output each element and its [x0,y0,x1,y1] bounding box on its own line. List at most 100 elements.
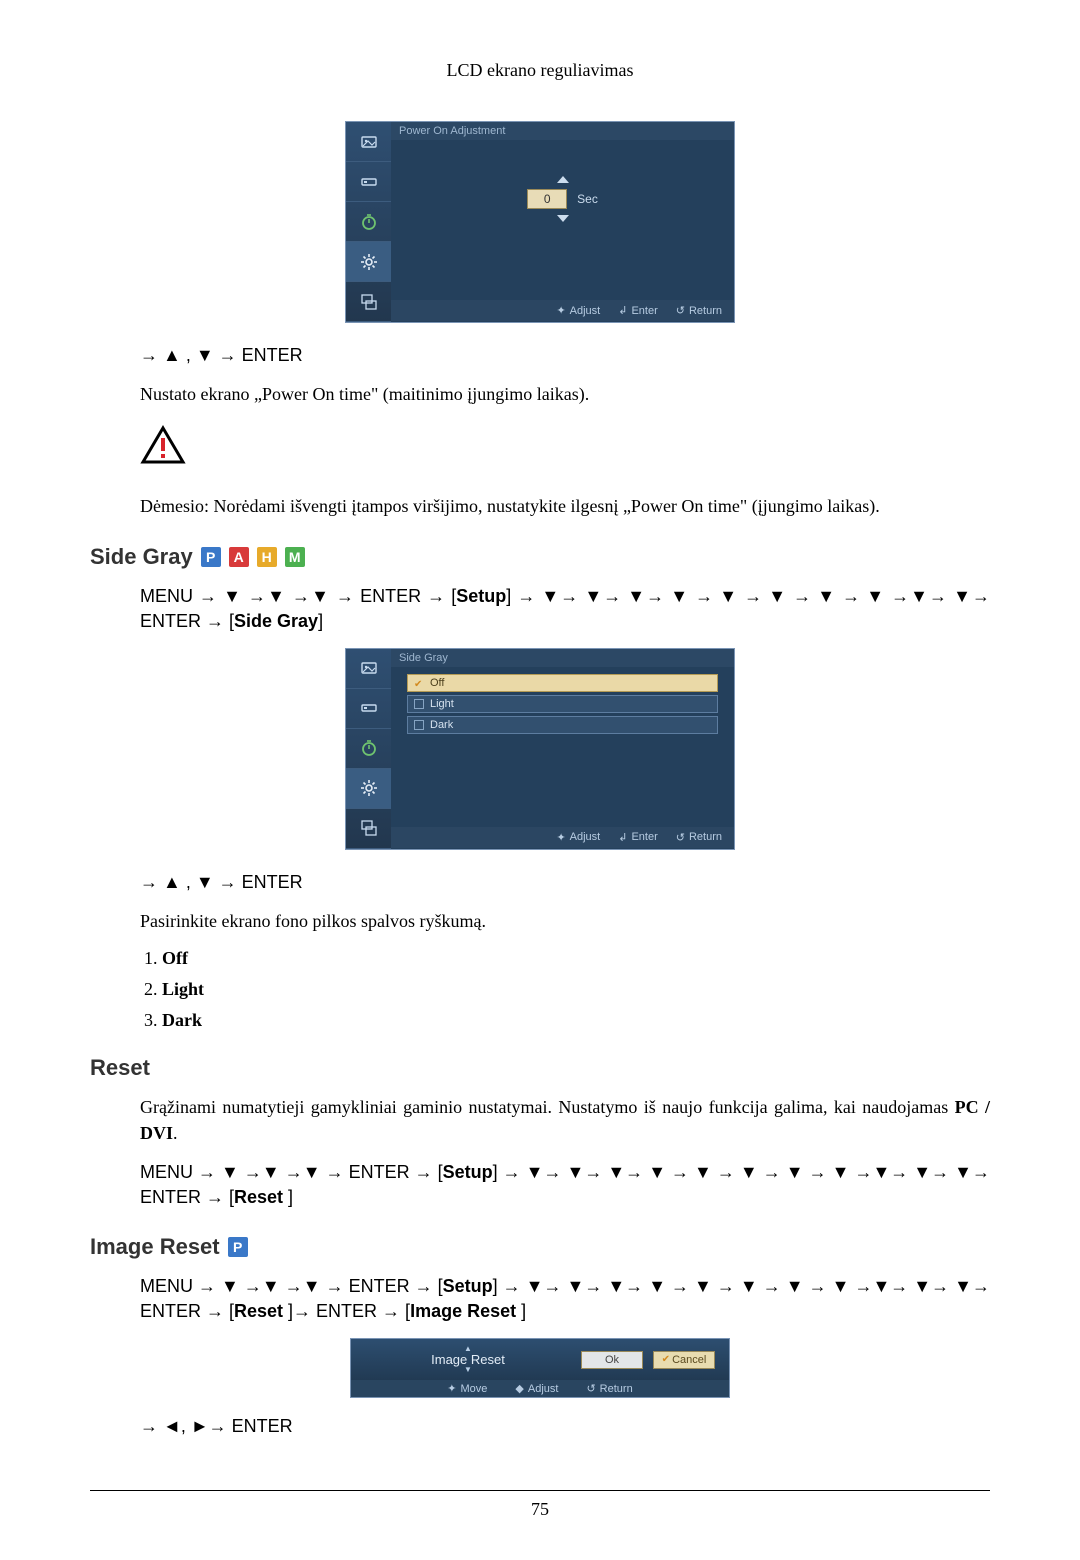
side-gray-desc: Pasirinkite ekrano fono pilkos spalvos r… [140,909,990,934]
nav-line: → ◄, ►→ ENTER [140,1414,990,1439]
image-reset-dialog: ▲ Image Reset ▼ Ok ✔Cancel ✦Move ◆Adjust… [350,1338,730,1398]
nav-line: → ▲ , ▼ → ENTER [140,870,990,895]
list-item: Dark [162,1010,990,1031]
osd-title: Power On Adjustment [391,122,734,140]
osd-footer: ✦ Adjust ↲ Enter ↺ Return [391,827,734,848]
gear-icon [346,242,391,282]
osd-side-gray: Side Gray Off Light Dark ✦ Adjust ↲ Enter … [345,648,735,850]
warning-icon [140,425,186,470]
list-item: Light [162,979,990,1000]
multi-icon [346,282,391,322]
footer-adjust-label: Adjust [570,305,601,317]
image-reset-menu-path: MENU → ▼ →▼ →▼ → ENTER → [Setup] → ▼→ ▼→… [140,1274,990,1324]
osd-sidebar [346,122,391,322]
triangle-down-icon [557,215,569,222]
side-gray-option-off[interactable]: Off [407,674,718,692]
footer-move-label: Move [461,1383,488,1395]
power-on-desc: Nustato ekrano „Power On time" (maitinim… [140,382,990,407]
return-icon: ↺ [676,304,685,317]
enter-icon: ↲ [618,831,627,844]
reset-desc: Grąžinami numatytieji gamykliniai gamini… [140,1095,990,1145]
ok-button[interactable]: Ok [581,1351,643,1369]
input-icon [346,162,391,202]
heading-text: Side Gray [90,544,193,570]
checkbox-icon [414,720,424,730]
menu-path-setup: Setup [456,586,506,606]
badge-p: P [201,547,221,567]
input-icon [346,689,391,729]
timer-icon [346,729,391,769]
heading-side-gray: Side Gray P A H M [90,544,990,570]
adjust-icon: ◆ [515,1382,523,1395]
return-icon: ↺ [676,831,685,844]
option-label: Off [430,677,444,689]
menu-path-r2: ]→ ENTER → [ [288,1301,410,1321]
list-item-label: Dark [162,1010,202,1030]
menu-path-prefix: MENU → ▼ →▼ →▼ → ENTER → [ [140,1162,443,1182]
menu-path-suffix: ] [288,1187,293,1207]
adjust-icon: ✦ [556,831,565,844]
badge-a: A [229,547,249,567]
dialog-footer: ✦ Move ◆ Adjust ↺ Return [351,1380,729,1397]
button-label: Ok [605,1354,619,1366]
move-icon: ✦ [447,1382,456,1395]
picture-icon [346,649,391,689]
timer-icon [346,202,391,242]
footer-adjust-label: Adjust [570,831,601,843]
heading-image-reset: Image Reset P [90,1234,990,1260]
enter-icon: ↲ [618,304,627,317]
menu-path-prefix: MENU → ▼ →▼ →▼ → ENTER → [ [140,1276,443,1296]
footer-return-label: Return [689,305,722,317]
power-on-value[interactable]: 0 [527,189,567,209]
menu-path-setup: Setup [443,1162,493,1182]
page-number: 75 [90,1499,990,1520]
menu-path-suffix: ] [318,611,323,631]
side-gray-option-light[interactable]: Light [407,695,718,713]
side-gray-list: Off Light Dark [162,948,990,1031]
check-icon [414,678,424,688]
unit-label: Sec [577,192,598,206]
gear-icon [346,769,391,809]
adjust-icon: ✦ [556,304,565,317]
footer-enter-label: Enter [631,305,657,317]
triangle-down-icon: ▼ [464,1366,472,1374]
option-label: Dark [430,719,453,731]
list-item: Off [162,948,990,969]
menu-path-setup: Setup [443,1276,493,1296]
picture-icon [346,122,391,162]
osd-sidebar [346,649,391,849]
triangle-up-icon [557,176,569,183]
reset-desc-prefix: Grąžinami numatytieji gamykliniai gamini… [140,1097,955,1117]
footer-enter-label: Enter [631,831,657,843]
menu-path-target: Side Gray [234,611,318,631]
return-icon: ↺ [586,1382,595,1395]
menu-path-prefix: MENU → ▼ →▼ →▼ → ENTER → [ [140,586,456,606]
reset-desc-suffix: . [173,1123,178,1143]
cancel-button[interactable]: ✔Cancel [653,1351,715,1369]
nav-line: → ▲ , ▼ → ENTER [140,343,990,368]
osd-footer: ✦ Adjust ↲ Enter ↺ Return [391,300,734,321]
osd-title: Side Gray [391,649,734,667]
footer-adjust-label: Adjust [528,1383,559,1395]
power-on-warning: Dėmesio: Norėdami išvengti įtampos virši… [140,494,990,519]
menu-path-image-reset: Image Reset [410,1301,521,1321]
badge-p: P [228,1237,248,1257]
menu-path-reset: Reset [234,1301,288,1321]
page-header: LCD ekrano reguliavimas [90,60,990,81]
heading-text: Image Reset [90,1234,220,1260]
side-gray-option-dark[interactable]: Dark [407,716,718,734]
page-rule [90,1490,990,1491]
footer-return-label: Return [689,831,722,843]
badge-h: H [257,547,277,567]
heading-reset: Reset [90,1055,990,1081]
menu-path-suffix: ] [521,1301,526,1321]
menu-path-target: Reset [234,1187,288,1207]
check-icon: ✔ [662,1354,670,1365]
button-label: Cancel [672,1354,706,1366]
list-item-label: Off [162,948,188,968]
osd-power-on-adjustment: Power On Adjustment 0 Sec ✦ Adjust ↲ Enter… [345,121,735,323]
list-item-label: Light [162,979,204,999]
heading-text: Reset [90,1055,150,1081]
reset-menu-path: MENU → ▼ →▼ →▼ → ENTER → [Setup] → ▼→ ▼→… [140,1160,990,1210]
footer-return-label: Return [600,1383,633,1395]
